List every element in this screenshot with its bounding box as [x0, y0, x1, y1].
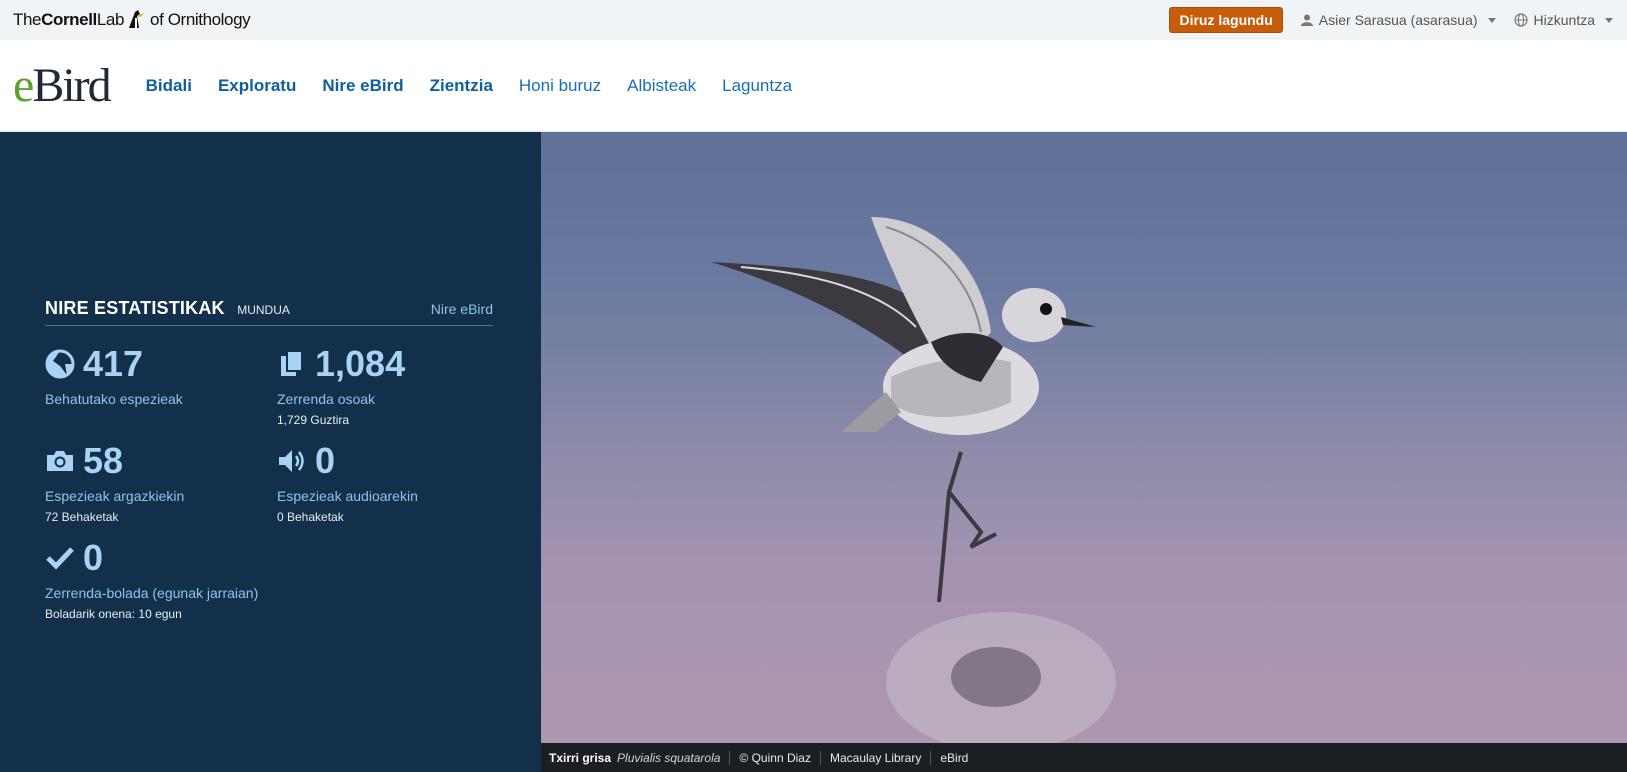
cornell-lab-logo[interactable]: The Cornell Lab of Ornithology: [13, 8, 251, 32]
stat-species-observed[interactable]: 417 Behatutako espezieak: [45, 343, 265, 408]
checkmark-icon: [46, 547, 74, 570]
nav-link-about[interactable]: Honi buruz: [519, 76, 601, 96]
cornell-bird-icon: [129, 10, 146, 28]
caret-down-icon: [1487, 17, 1496, 23]
species-name[interactable]: Txirri grisa Pluvialis squatarola: [549, 751, 729, 765]
nav-link-explore[interactable]: Exploratu: [218, 76, 296, 96]
featured-bird-photo[interactable]: [541, 132, 1627, 743]
language-menu[interactable]: Hizkuntza: [1513, 12, 1613, 28]
stat-sub: 1,729 Guztira: [277, 413, 350, 427]
bird-illustration: [711, 217, 1116, 743]
stat-label: Espezieak audioarekin: [277, 488, 418, 504]
macaulay-library-link[interactable]: Macaulay Library: [819, 750, 930, 765]
stats-header: NIRE ESTATISTIKAK MUNDUA Nire eBird: [45, 298, 493, 326]
logo-the: The: [13, 10, 42, 29]
stat-label: Behatutako espezieak: [45, 391, 183, 407]
stat-sub: 0 Behaketak: [277, 510, 344, 524]
stat-value: 417: [83, 343, 144, 384]
stat-value: 58: [83, 440, 124, 481]
nav-link-help[interactable]: Laguntza: [722, 76, 792, 96]
user-icon: [1300, 14, 1313, 26]
stat-sub: Boladarik onena: 10 egun: [45, 607, 182, 621]
main-navbar: eBird Bidali Exploratu Nire eBird Zientz…: [0, 40, 1627, 132]
user-menu[interactable]: Asier Sarasua (asarasua): [1300, 12, 1496, 28]
stat-label: Espezieak argazkiekin: [45, 488, 185, 504]
stat-value: 0: [83, 537, 104, 578]
photo-caption: Txirri grisa Pluvialis squatarola © Quinn…: [541, 743, 1627, 772]
globe-icon: [1513, 13, 1528, 27]
my-stats-panel: NIRE ESTATISTIKAK MUNDUA Nire eBird 417 …: [0, 132, 541, 772]
checklist-icon: [281, 350, 303, 376]
donate-button[interactable]: Diruz lagundu: [1169, 7, 1283, 33]
logo-of-ornithology: of Ornithology: [150, 10, 251, 29]
scientific-name: Pluvialis squatarola: [617, 750, 721, 765]
stat-complete-checklists[interactable]: 1,084 Zerrenda osoak 1,729 Guztira: [277, 343, 497, 428]
stat-species-photos[interactable]: 58 Espezieak argazkiekin 72 Behaketak: [45, 440, 265, 525]
camera-icon: [47, 451, 73, 471]
stat-sub: 72 Behaketak: [45, 510, 119, 524]
species-icon: [45, 349, 75, 379]
stat-species-audio[interactable]: 0 Espezieak audioarekin 0 Behaketak: [277, 440, 497, 525]
ebird-logo[interactable]: eBird: [13, 58, 112, 112]
stat-checklist-streak[interactable]: 0 Zerrenda-bolada (egunak jarraian) Bola…: [45, 537, 305, 622]
logo-e: e: [13, 58, 34, 112]
nav-link-science[interactable]: Zientzia: [430, 76, 493, 96]
stat-value: 0: [315, 440, 336, 481]
ebird-source-link[interactable]: eBird: [930, 750, 977, 765]
stats-title: NIRE ESTATISTIKAK: [45, 298, 225, 318]
photo-credit: © Quinn Diaz: [729, 750, 820, 765]
stat-value: 1,084: [315, 343, 406, 384]
caret-down-icon: [1605, 17, 1613, 23]
nav-link-my-ebird[interactable]: Nire eBird: [322, 76, 403, 96]
nav-links: Bidali Exploratu Nire eBird Zientzia Hon…: [146, 76, 792, 96]
audio-icon: [279, 450, 304, 472]
my-ebird-link[interactable]: Nire eBird: [431, 301, 493, 317]
common-name: Txirri grisa: [549, 750, 612, 765]
nav-link-news[interactable]: Albisteak: [627, 76, 696, 96]
user-name: Asier Sarasua (asarasua): [1318, 12, 1478, 28]
logo-bird: Bird: [32, 58, 111, 112]
stat-label: Zerrenda osoak: [277, 391, 376, 407]
stat-label: Zerrenda-bolada (egunak jarraian): [45, 585, 259, 601]
logo-cornell: Cornell: [41, 10, 97, 29]
utility-bar: The Cornell Lab of Ornithology Diruz lag…: [0, 0, 1627, 40]
language-label: Hizkuntza: [1533, 12, 1595, 28]
nav-link-submit[interactable]: Bidali: [146, 76, 192, 96]
logo-lab: Lab: [96, 10, 125, 29]
stats-region: MUNDUA: [237, 303, 290, 317]
